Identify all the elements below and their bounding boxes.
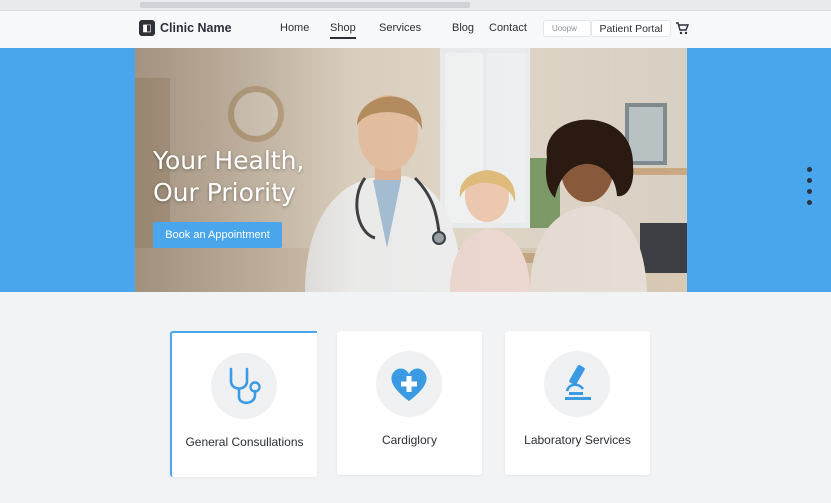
slider-dot[interactable] bbox=[807, 178, 812, 183]
nav-shop[interactable]: Shop bbox=[330, 22, 356, 39]
cart-icon[interactable] bbox=[675, 21, 689, 35]
slider-dot[interactable] bbox=[807, 189, 812, 194]
nav-contact[interactable]: Contact bbox=[489, 22, 527, 34]
nav-home[interactable]: Home bbox=[280, 22, 309, 34]
hero-title-line-2: Our Priority bbox=[153, 178, 296, 207]
service-card-laboratory[interactable]: Laboratory Services bbox=[505, 331, 650, 475]
microscope-icon bbox=[565, 365, 591, 400]
service-label: Laboratory Services bbox=[524, 433, 631, 447]
book-appointment-button[interactable]: Book an Appointment bbox=[153, 222, 282, 248]
slider-dot[interactable] bbox=[807, 167, 812, 172]
nav-blog[interactable]: Blog bbox=[452, 22, 474, 34]
site-header: ◧ Clinic Name Home Shop Services Blog Co… bbox=[0, 11, 831, 49]
search-input[interactable]: Uoopw bbox=[543, 20, 591, 37]
service-card-cardiology[interactable]: Cardigloгy bbox=[337, 331, 482, 475]
service-label: General Consullations bbox=[185, 435, 304, 449]
browser-tab[interactable] bbox=[140, 2, 470, 8]
stethoscope-icon-circle bbox=[211, 353, 277, 419]
heart-cross-icon bbox=[391, 368, 427, 401]
logo[interactable]: ◧ Clinic Name bbox=[139, 20, 232, 36]
microscope-icon-circle bbox=[544, 351, 610, 417]
hero-title-line-1: Your Health, bbox=[153, 146, 305, 175]
service-card-general[interactable]: General Consullations bbox=[170, 331, 317, 477]
heart-icon-circle bbox=[376, 351, 442, 417]
service-label: Cardigloгy bbox=[381, 433, 438, 447]
slider-dot[interactable] bbox=[807, 200, 812, 205]
brand-name: Clinic Name bbox=[160, 21, 232, 35]
browser-tab-strip bbox=[0, 0, 831, 11]
nav-services[interactable]: Services bbox=[379, 22, 421, 34]
slider-dots bbox=[807, 167, 813, 211]
stethoscope-icon bbox=[229, 367, 261, 405]
hero-title: Your Health, Our Priority bbox=[153, 145, 353, 209]
logo-icon: ◧ bbox=[139, 20, 155, 36]
patient-portal-button[interactable]: Patient Portal bbox=[591, 20, 671, 37]
